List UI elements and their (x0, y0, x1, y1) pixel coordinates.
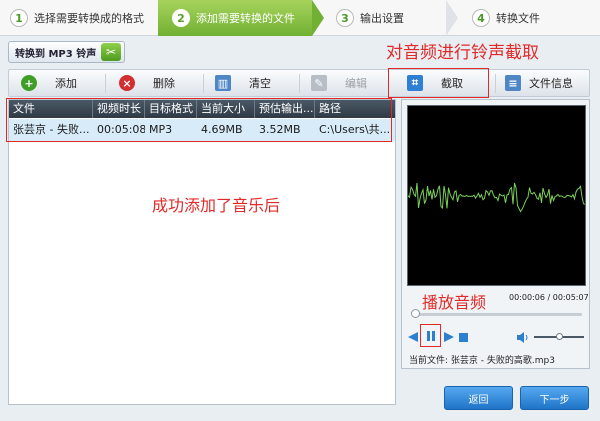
toolbar-divider (299, 74, 300, 93)
prev-icon[interactable] (407, 331, 418, 343)
step-divider (446, 0, 458, 36)
volume-handle[interactable] (555, 333, 563, 340)
crop-annotation: 对音频进行铃声截取 (386, 43, 539, 63)
plus-icon: + (21, 75, 37, 91)
current-file-label: 当前文件: (409, 356, 449, 366)
edit-label: 编辑 (345, 77, 367, 90)
play-annotation: 播放音频 (422, 293, 487, 312)
volume-icon[interactable] (516, 331, 529, 343)
delete-label: 删除 (153, 77, 175, 90)
delete-x-icon: × (119, 75, 135, 91)
step-label: 选择需要转换成的格式 (34, 12, 144, 25)
step-output-settings[interactable]: 3 输出设置 (326, 0, 446, 36)
pause-highlight-box (420, 324, 441, 347)
time-separator: / (547, 293, 551, 302)
toolbar-divider (495, 74, 496, 93)
waveform-screen (407, 105, 586, 286)
step-convert[interactable]: 4 转换文件 (462, 0, 598, 36)
file-info-label: 文件信息 (529, 77, 573, 90)
step-number: 1 (10, 9, 28, 27)
trash-icon: ▥ (215, 75, 231, 91)
wrench-icon: ✂ (101, 43, 121, 61)
step-number: 2 (172, 9, 190, 27)
current-file-readout: 当前文件: 张芸京 - 失败的高歌.mp3 (409, 353, 555, 366)
stop-button[interactable] (458, 332, 468, 342)
add-label: 添加 (55, 77, 77, 90)
crop-highlight-box (388, 68, 489, 98)
convert-mode-button[interactable]: 转换到 MP3 铃声 ✂ (8, 41, 125, 63)
added-annotation: 成功添加了音乐后 (152, 196, 281, 215)
add-button[interactable]: + 添加 (21, 70, 77, 96)
clear-button[interactable]: ▥ 清空 (215, 70, 271, 96)
step-choose-format[interactable]: 1 选择需要转换成的格式 (0, 0, 158, 36)
time-current: 00:00:06 (509, 293, 545, 302)
clear-label: 清空 (249, 77, 271, 90)
edit-icon: ✎ (311, 75, 327, 91)
next-button[interactable]: 下一步 (520, 386, 589, 410)
step-divider (312, 0, 324, 36)
file-info-button[interactable]: ≡ 文件信息 (505, 70, 573, 96)
wizard-steps: 1 选择需要转换成的格式 2 添加需要转换的文件 3 输出设置 4 转换文件 (0, 0, 600, 36)
step-number: 3 (336, 9, 354, 27)
row-highlight-box (6, 98, 392, 142)
step-number: 4 (472, 9, 490, 27)
waveform-graphic (407, 182, 586, 213)
current-file-name: 张芸京 - 失败的高歌.mp3 (450, 356, 555, 366)
back-button[interactable]: 返回 (444, 386, 513, 410)
toolbar-divider (203, 74, 204, 93)
time-readout: 00:00:06 / 00:05:07 (509, 293, 589, 302)
stop-icon (458, 332, 468, 342)
mode-label: 转换到 MP3 铃声 (15, 48, 97, 60)
toolbar-divider (105, 74, 106, 93)
edit-button[interactable]: ✎ 编辑 (311, 70, 367, 96)
time-total: 00:05:07 (552, 293, 589, 302)
delete-button[interactable]: × 删除 (119, 70, 175, 96)
step-label: 转换文件 (496, 12, 540, 25)
seek-bar[interactable] (412, 313, 582, 316)
info-icon: ≡ (505, 75, 521, 91)
file-list: 文件 视频时长 目标格式 当前大小 预估输出... 路径 张芸京 - 失败...… (8, 99, 396, 405)
step-label: 添加需要转换的文件 (196, 12, 295, 25)
next-icon[interactable] (443, 331, 454, 343)
step-label: 输出设置 (360, 12, 404, 25)
step-add-files[interactable]: 2 添加需要转换的文件 (158, 0, 312, 36)
toolbar: + 添加 × 删除 ▥ 清空 ✎ 编辑 ⌗ 截取 ≡ 文件信息 (8, 69, 590, 97)
